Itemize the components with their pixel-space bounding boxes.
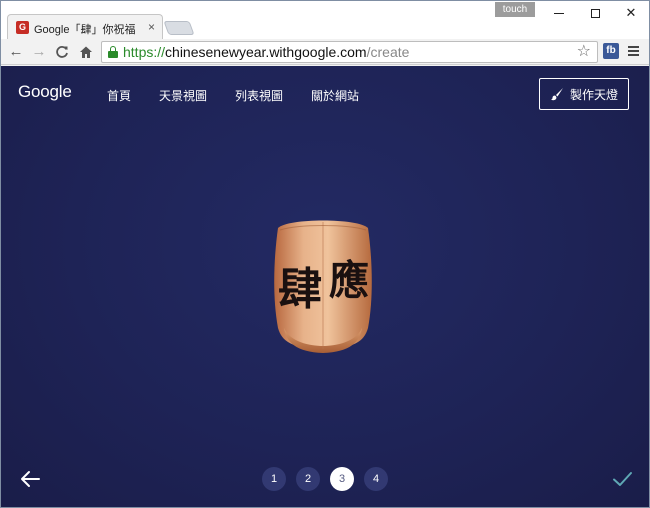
check-icon[interactable] (611, 468, 633, 490)
close-window-button[interactable]: ✕ (613, 1, 649, 25)
browser-tab[interactable]: G Google「肆」你祝福 × (7, 14, 163, 40)
browser-window: G Google「肆」你祝福 × touch ✕ ← → https://chi… (0, 0, 650, 508)
browser-toolbar: ← → https://chinesenewyear.withgoogle.co… (1, 39, 649, 65)
nav-home-link[interactable]: 首頁 (107, 87, 131, 104)
url-scheme: https:// (123, 44, 166, 60)
title-bar: G Google「肆」你祝福 × touch ✕ (1, 1, 649, 40)
minimize-button[interactable] (541, 1, 577, 25)
make-lantern-button[interactable]: 製作天燈 (539, 78, 629, 110)
forward-icon[interactable]: → (30, 42, 48, 62)
back-arrow-icon[interactable] (19, 468, 41, 490)
facebook-extension-icon[interactable]: fb (603, 43, 619, 59)
menu-icon[interactable] (628, 46, 639, 57)
lock-icon (108, 46, 118, 58)
touch-badge: touch (495, 2, 535, 17)
step-4[interactable]: 4 (364, 467, 388, 491)
tab-title: Google「肆」你祝福 (34, 24, 136, 36)
lantern-char-right: 應 (329, 258, 369, 304)
make-lantern-label: 製作天燈 (569, 87, 618, 102)
home-icon[interactable] (77, 42, 95, 62)
address-bar[interactable]: https://chinesenewyear.withgoogle.com/cr… (101, 41, 598, 63)
page-viewport: Google 首頁 天景視圖 列表視圖 關於網站 製作天燈 肆 應 1 2 3 … (1, 66, 649, 507)
maximize-button[interactable] (577, 1, 613, 25)
maximize-icon (590, 9, 600, 19)
url-host: chinesenewyear.withgoogle.com (165, 44, 367, 60)
nav-list-view-link[interactable]: 列表視圖 (235, 87, 283, 104)
minimize-icon (554, 13, 564, 15)
nav-sky-view-link[interactable]: 天景視圖 (159, 87, 207, 104)
step-2[interactable]: 2 (296, 467, 320, 491)
url-path: /create (366, 44, 410, 60)
step-indicator: 1 2 3 4 (262, 467, 398, 491)
step-1[interactable]: 1 (262, 467, 286, 491)
lantern-char-left: 肆 (278, 264, 322, 315)
favicon-icon: G (16, 21, 29, 34)
step-3[interactable]: 3 (330, 467, 354, 491)
star-icon[interactable]: ☆ (577, 43, 591, 61)
sky-lantern: 肆 應 (274, 220, 372, 353)
brush-icon (550, 88, 563, 101)
back-icon[interactable]: ← (7, 42, 25, 62)
url-text[interactable]: https://chinesenewyear.withgoogle.com/cr… (123, 44, 409, 61)
nav-about-link[interactable]: 關於網站 (311, 87, 359, 104)
new-tab-button[interactable] (163, 21, 195, 35)
google-logo[interactable]: Google (18, 82, 72, 102)
site-nav: 首頁 天景視圖 列表視圖 關於網站 (107, 87, 387, 104)
reload-icon[interactable] (53, 42, 71, 62)
tab-close-icon[interactable]: × (148, 20, 155, 34)
